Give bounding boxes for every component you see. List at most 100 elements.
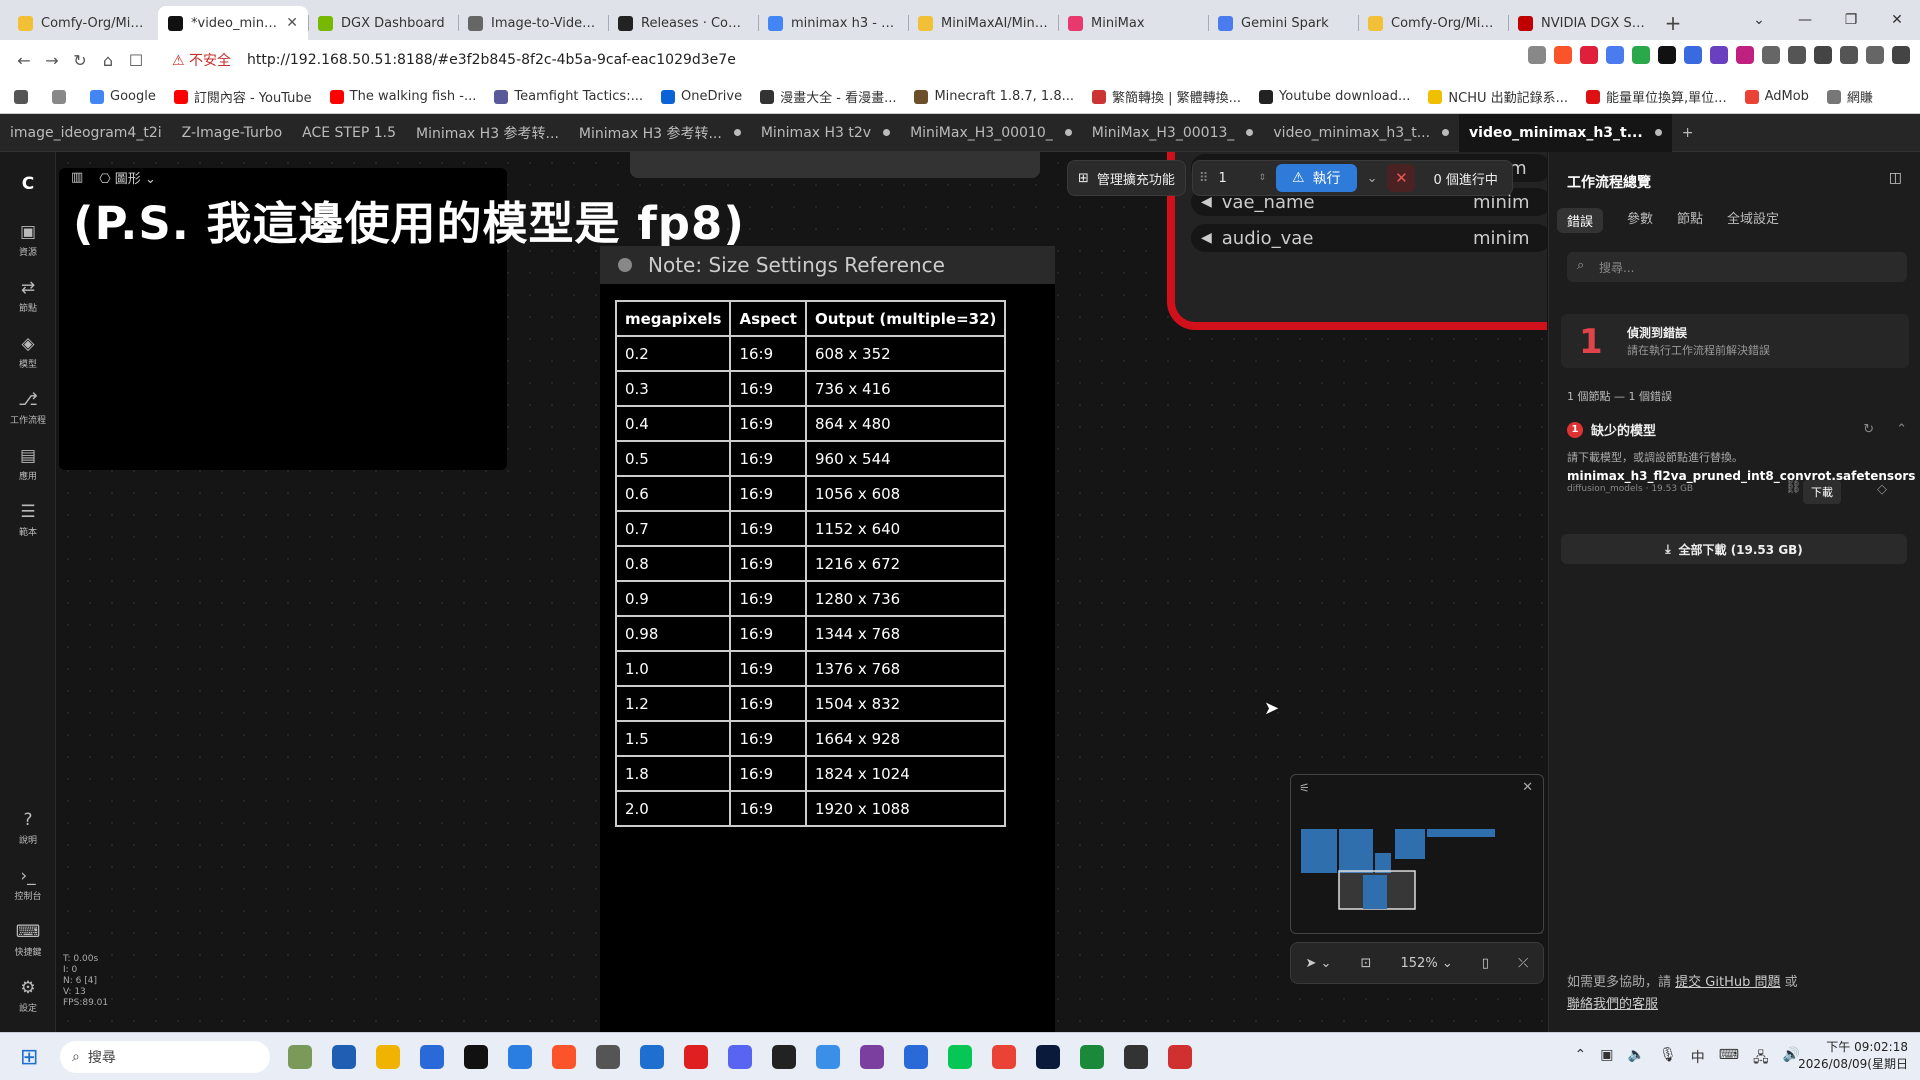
- fit-view-icon[interactable]: ⊡: [1361, 956, 1372, 971]
- taskbar-app-icon[interactable]: [596, 1045, 620, 1069]
- maximize-icon[interactable]: ❐: [1828, 12, 1874, 28]
- minimize-icon[interactable]: —: [1782, 12, 1828, 28]
- url-field[interactable]: ⚠ 不安全 http://192.168.50.51:8188/#e3f2b84…: [162, 45, 1402, 75]
- sidebar-item-console[interactable]: ›_ 控制台: [0, 866, 56, 902]
- run-button[interactable]: ⚠ 執行: [1276, 164, 1357, 192]
- select-tool-icon[interactable]: ➤ ⌄: [1306, 956, 1332, 971]
- nvidia-icon[interactable]: ▣: [1600, 1047, 1613, 1071]
- extension-icon[interactable]: [1710, 46, 1728, 64]
- browser-tab[interactable]: NVIDIA DGX Spar: [1508, 6, 1658, 40]
- panel-collapse-icon[interactable]: ◫: [1889, 170, 1902, 186]
- sidebar-item-apps[interactable]: ▤ 應用: [0, 446, 56, 482]
- sidebar-item-help[interactable]: ? 說明: [0, 810, 56, 846]
- browser-tab[interactable]: Comfy-Org/MiniM: [8, 6, 158, 40]
- sidebar-item-nodes[interactable]: ⇄ 節點: [0, 278, 56, 314]
- workflow-tab[interactable]: image_ideogram4_t2i: [0, 114, 172, 152]
- taskbar-app-icon[interactable]: [420, 1045, 444, 1069]
- contact-support-link[interactable]: 聯絡我們的客服: [1567, 997, 1658, 1012]
- taskbar-app-icon[interactable]: [904, 1045, 928, 1069]
- panel-search-input[interactable]: ⌕ 搜尋...: [1567, 252, 1907, 282]
- taskbar-app-icon[interactable]: [684, 1045, 708, 1069]
- clock[interactable]: 下午 09:02:18 2026/08/09(星期日: [1798, 1039, 1908, 1073]
- taskbar-app-icon[interactable]: [772, 1045, 796, 1069]
- chevron-up-icon[interactable]: ⌃: [1575, 1047, 1587, 1071]
- taskbar-app-icon[interactable]: [860, 1045, 884, 1069]
- sidebar-item-settings[interactable]: ⚙ 設定: [0, 978, 56, 1014]
- download-icon[interactable]: [1788, 46, 1806, 64]
- tab-parameters[interactable]: 參數: [1627, 208, 1653, 233]
- taskbar-search[interactable]: ⌕ 搜尋: [60, 1041, 270, 1073]
- mic-icon[interactable]: 🎙: [1659, 1047, 1677, 1071]
- taskbar-app-icon[interactable]: [1036, 1045, 1060, 1069]
- speaker-icon[interactable]: 🔈: [1628, 1047, 1645, 1071]
- workflow-tab[interactable]: MiniMax_H3_00013_: [1082, 114, 1264, 152]
- taskbar-app-icon[interactable]: [332, 1045, 356, 1069]
- sidebar-item-assets[interactable]: ▣ 資源: [0, 222, 56, 258]
- taskbar-app-icon[interactable]: [464, 1045, 488, 1069]
- insecure-warning[interactable]: ⚠ 不安全: [172, 50, 231, 70]
- taskbar-app-icon[interactable]: [728, 1045, 752, 1069]
- tab-global-settings[interactable]: 全域設定: [1727, 208, 1779, 233]
- note-header[interactable]: Note: Size Settings Reference: [600, 246, 1055, 284]
- workflow-tab[interactable]: Minimax H3 参考转...: [569, 114, 751, 152]
- browser-tab[interactable]: *video_minim ✕: [158, 6, 308, 40]
- taskbar-app-icon[interactable]: [640, 1045, 664, 1069]
- browser-tab[interactable]: Gemini Spark: [1208, 6, 1358, 40]
- copy-link-icon[interactable]: ⛓: [1785, 480, 1802, 495]
- settings-sliders-icon[interactable]: ⚟: [1299, 781, 1310, 795]
- new-tab-button[interactable]: +: [1658, 6, 1688, 40]
- bookmark-item[interactable]: Teamfight Tactics:...: [494, 89, 643, 104]
- close-icon[interactable]: ✕: [1522, 780, 1533, 795]
- note-node[interactable]: Note: Size Settings Reference megapixels…: [600, 246, 1055, 1032]
- tab-errors[interactable]: 錯誤: [1557, 208, 1604, 233]
- workflow-tab[interactable]: MiniMax_H3_00010_: [900, 114, 1082, 152]
- manage-extensions-button[interactable]: ⊞ 管理擴充功能: [1067, 160, 1186, 196]
- workflow-tab[interactable]: Minimax H3 参考转...: [406, 114, 569, 152]
- workflow-tab[interactable]: ACE STEP 1.5: [292, 114, 406, 152]
- bookmark-item[interactable]: Google: [90, 89, 156, 104]
- panel-toggle-icon[interactable]: ▥: [71, 170, 83, 185]
- bookmark-item[interactable]: [52, 89, 72, 104]
- bookmark-icon[interactable]: ☐: [122, 51, 150, 70]
- bookmark-item[interactable]: Minecraft 1.8.7, 1.8...: [914, 89, 1074, 104]
- stepper-icon[interactable]: ⇕: [1258, 173, 1266, 183]
- bookmark-item[interactable]: 漫畫大全 - 看漫畫...: [760, 87, 896, 106]
- network-icon[interactable]: 🖧: [1753, 1047, 1769, 1071]
- link-visibility-icon[interactable]: ⤫: [1518, 956, 1528, 971]
- chevron-left-icon[interactable]: ◀: [1201, 230, 1212, 246]
- download-all-button[interactable]: ⤓ 全部下載 (19.53 GB): [1561, 534, 1907, 564]
- menu-icon[interactable]: [1892, 46, 1910, 64]
- windows-start-icon[interactable]: ⊞: [20, 1045, 38, 1070]
- run-options-chevron-icon[interactable]: ⌄: [1367, 171, 1378, 186]
- close-tab-icon[interactable]: ✕: [286, 15, 298, 31]
- workflow-tab[interactable]: Minimax H3 t2v: [751, 114, 900, 152]
- zoom-dropdown[interactable]: 152% ⌄: [1401, 956, 1453, 971]
- bookmark-item[interactable]: 能量單位換算,單位...: [1586, 87, 1727, 106]
- sidebar-item-models[interactable]: ◈ 模型: [0, 334, 56, 370]
- forward-icon[interactable]: →: [38, 51, 66, 70]
- batch-count-input[interactable]: 1: [1218, 171, 1248, 186]
- collapse-dot-icon[interactable]: [618, 258, 632, 272]
- refresh-icon[interactable]: ↻: [1863, 422, 1874, 437]
- workflow-tab[interactable]: Z-Image-Turbo: [172, 114, 293, 152]
- audio-vae-widget[interactable]: ◀ audio_vae minim: [1191, 224, 1547, 252]
- download-model-button[interactable]: 下載: [1803, 480, 1841, 504]
- node-fragment[interactable]: [630, 152, 1040, 178]
- tab-nodes[interactable]: 節點: [1677, 208, 1703, 233]
- minimap[interactable]: ⚟ ✕: [1290, 774, 1544, 934]
- wallet-icon[interactable]: [1840, 46, 1858, 64]
- bookmark-item[interactable]: The walking fish -...: [329, 89, 476, 104]
- taskbar-app-icon[interactable]: [508, 1045, 532, 1069]
- browser-tab[interactable]: Image-to-Video L: [458, 6, 608, 40]
- taskbar-app-icon[interactable]: [288, 1045, 312, 1069]
- sidebar-item-templates[interactable]: ☰ 範本: [0, 502, 56, 538]
- close-icon[interactable]: ✕: [1874, 12, 1920, 28]
- chevron-left-icon[interactable]: ◀: [1201, 194, 1212, 210]
- cancel-run-button[interactable]: ✕: [1387, 164, 1416, 192]
- comfy-logo[interactable]: C: [0, 174, 56, 194]
- extension-icon[interactable]: [1658, 46, 1676, 64]
- taskbar-app-icon[interactable]: [1168, 1045, 1192, 1069]
- taskbar-app-icon[interactable]: [1080, 1045, 1104, 1069]
- taskbar-app-icon[interactable]: [376, 1045, 400, 1069]
- taskbar-app-icon[interactable]: [816, 1045, 840, 1069]
